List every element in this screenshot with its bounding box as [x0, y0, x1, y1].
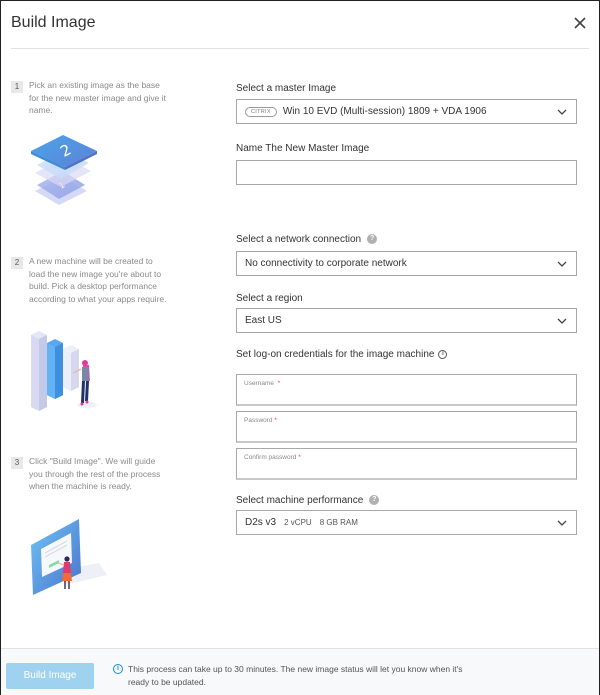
dialog-title: Build Image	[11, 14, 96, 31]
step-text: Click "Build Image". We will guide you t…	[29, 456, 161, 491]
step-number: 1	[11, 81, 23, 93]
network-select[interactable]: No connectivity to corporate network	[236, 251, 577, 276]
chevron-down-icon	[557, 109, 567, 115]
required-mark: *	[277, 380, 281, 387]
master-image-value: Win 10 EVD (Multi-session) 1809 + VDA 19…	[282, 106, 487, 117]
info-icon[interactable]: i	[438, 349, 448, 359]
step-number: 3	[11, 457, 23, 469]
step-text: Pick an existing image as the base for t…	[29, 80, 167, 115]
required-mark: *	[298, 454, 301, 461]
close-icon[interactable]	[571, 14, 589, 32]
machine-size: D2s v3	[245, 517, 277, 528]
credentials-label: Set log-on credentials for the image mac…	[236, 349, 448, 360]
new-name-label: Name The New Master Image	[236, 143, 370, 154]
region-value: East US	[245, 315, 282, 326]
build-image-dialog: Build Image 1 Pick an existing image as …	[0, 0, 600, 695]
info-icon: i	[113, 664, 123, 674]
credentials-label-text: Set log-on credentials for the image mac…	[236, 349, 435, 360]
username-placeholder: Username	[244, 380, 274, 387]
master-image-select[interactable]: CITRIX Win 10 EVD (Multi-session) 1809 + …	[236, 99, 577, 124]
step-text: A new machine will be created to load th…	[29, 256, 167, 304]
confirm-password-input[interactable]: Confirm password *	[236, 448, 577, 480]
machine-ram: 8 GB RAM	[319, 518, 358, 527]
chevron-down-icon	[557, 318, 567, 324]
network-value: No connectivity to corporate network	[245, 258, 407, 269]
machine-cpu: 2 vCPU	[284, 518, 312, 527]
network-label: Select a network connection?	[236, 234, 378, 245]
master-image-label: Select a master Image	[236, 83, 337, 94]
footer-info-text: This process can take up to 30 minutes. …	[128, 664, 463, 687]
help-icon[interactable]: ?	[369, 495, 380, 506]
stacked-layers-illustration: 1 2	[31, 135, 97, 205]
citrix-badge: CITRIX	[245, 107, 277, 117]
chevron-down-icon	[557, 261, 567, 267]
performance-select[interactable]: D2s v3 2 vCPU 8 GB RAM	[236, 510, 577, 535]
new-image-name-input[interactable]	[236, 160, 577, 185]
build-image-button[interactable]: Build Image	[6, 663, 94, 689]
machine-bars-illustration	[31, 331, 97, 411]
chevron-down-icon	[557, 520, 567, 526]
help-icon[interactable]: ?	[367, 234, 378, 245]
region-select[interactable]: East US	[236, 308, 577, 333]
network-label-text: Select a network connection	[236, 234, 362, 245]
dialog-footer: Build Image i This process can take up t…	[1, 648, 599, 695]
step-number: 2	[11, 257, 23, 269]
username-input[interactable]: Username *	[236, 374, 577, 406]
confirm-password-placeholder: Confirm password	[244, 454, 297, 461]
screen-person-illustration	[31, 519, 107, 595]
required-mark: *	[274, 417, 277, 424]
password-input[interactable]: Password *	[236, 411, 577, 443]
dialog-header: Build Image	[11, 1, 589, 49]
region-label: Select a region	[236, 293, 303, 304]
performance-label-text: Select machine performance	[236, 495, 364, 506]
performance-label: Select machine performance?	[236, 495, 380, 506]
password-placeholder: Password	[244, 417, 273, 424]
footer-info: i This process can take up to 30 minutes…	[113, 663, 473, 688]
